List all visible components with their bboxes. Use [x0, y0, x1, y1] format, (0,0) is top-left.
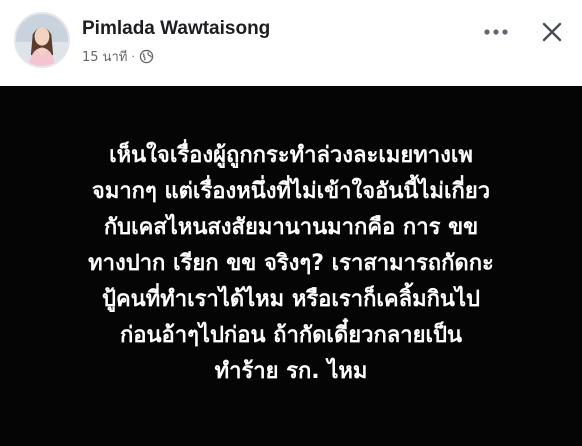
post-header: Pimlada Wawtaisong 15 นาที ·	[0, 0, 582, 86]
post-text-line: เห็นใจเรื่องผู้ถูกกระทำล่วงละเมยทางเพ	[109, 143, 473, 168]
post-text: เห็นใจเรื่องผู้ถูกกระทำล่วงละเมยทางเพ จม…	[20, 138, 562, 390]
globe-icon[interactable]	[139, 49, 154, 64]
post-text-line: ทางปาก เรียก ขข จริงๆ? เราสามารถกัดกะ	[88, 251, 494, 276]
close-button[interactable]	[536, 16, 568, 48]
post-text-line: ก่อนอ้าๆไปก่อน ถ้ากัดเดี๋ยวกลายเป็น	[119, 323, 463, 348]
avatar-image	[16, 14, 68, 66]
post-text-line: ทำร้าย รก. ไหม	[214, 359, 368, 384]
more-options-icon	[484, 29, 508, 35]
post-content: เห็นใจเรื่องผู้ถูกกระทำล่วงละเมยทางเพ จม…	[0, 86, 582, 446]
profile-avatar[interactable]	[14, 12, 70, 68]
post-text-line: กับเคสไหนสงสัยมานานมากคือ การ ขข	[103, 215, 479, 240]
meta-separator: ·	[131, 49, 135, 63]
post-meta: 15 นาที ·	[82, 47, 154, 65]
more-options-button[interactable]	[478, 20, 514, 44]
post-timestamp[interactable]: 15 นาที	[82, 46, 127, 67]
post-text-line: ปู้คนที่ทำเราได้ไหม หรือเราก็เคลิ้มกินไป	[102, 287, 480, 312]
close-icon	[542, 22, 562, 42]
post-text-line: จมากๆ แต่เรื่องหนึ่งที่ไม่เข้าใจอันนี้ไม…	[91, 179, 491, 204]
author-name[interactable]: Pimlada Wawtaisong	[82, 18, 270, 40]
